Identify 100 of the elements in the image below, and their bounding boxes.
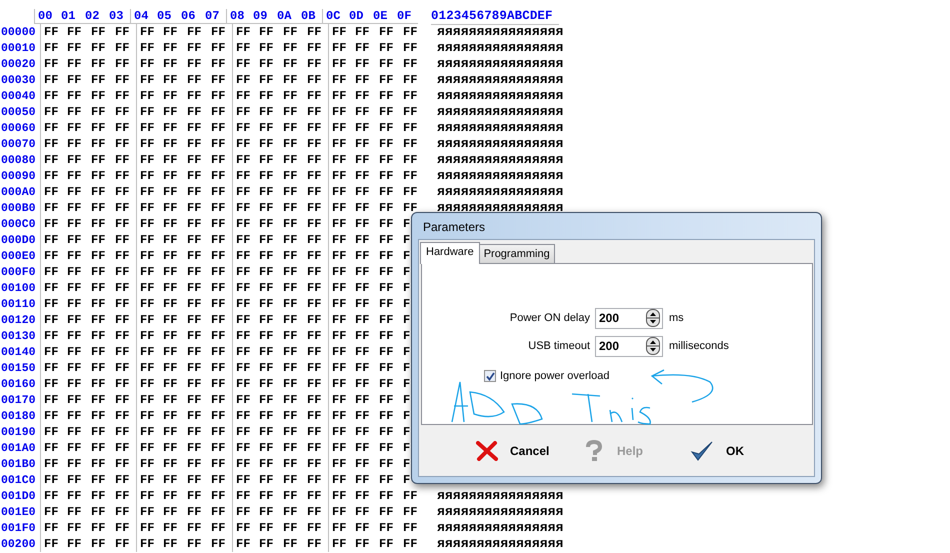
hex-byte: FF — [66, 520, 82, 536]
hex-byte: FF — [186, 472, 202, 488]
hex-byte: FF — [210, 184, 226, 200]
ok-button[interactable]: OK — [690, 440, 797, 462]
row-offset: 00200 — [0, 538, 37, 550]
hex-byte: FF — [210, 328, 226, 344]
hex-byte: FF — [354, 136, 370, 152]
hex-byte: FF — [162, 216, 178, 232]
hex-byte: FF — [210, 472, 226, 488]
hex-byte: FF — [378, 504, 394, 520]
hex-byte: FF — [328, 152, 352, 168]
ascii-text: яяяяяяяяяяяяяяяя — [437, 88, 564, 104]
hex-byte: FF — [90, 312, 106, 328]
hex-byte: FF — [378, 408, 394, 424]
hex-byte: FF — [66, 472, 82, 488]
row-offset: 00160 — [0, 378, 37, 390]
hex-byte: FF — [306, 344, 322, 360]
hex-byte: FF — [40, 536, 64, 552]
hex-byte: FF — [210, 216, 226, 232]
hex-byte: FF — [40, 424, 64, 440]
hex-byte: FF — [114, 376, 130, 392]
tab[interactable]: Programming — [478, 244, 555, 263]
hex-byte: FF — [136, 536, 160, 552]
hex-byte: FF — [40, 456, 64, 472]
hex-byte: F — [402, 264, 412, 280]
hex-byte: FF — [282, 232, 298, 248]
hex-byte: FF — [136, 216, 160, 232]
hex-byte: FF — [306, 24, 322, 40]
hex-byte: FF — [162, 312, 178, 328]
hex-byte: FF — [162, 488, 178, 504]
hex-byte: FF — [136, 184, 160, 200]
hex-byte: FF — [66, 280, 82, 296]
hex-byte: FF — [232, 216, 256, 232]
hex-byte: FF — [378, 40, 394, 56]
hex-byte: FF — [186, 328, 202, 344]
hex-byte: FF — [306, 248, 322, 264]
hex-byte: FF — [186, 24, 202, 40]
cancel-button[interactable]: Cancel — [476, 440, 583, 460]
hex-byte: FF — [162, 344, 178, 360]
hex-byte: FF — [66, 232, 82, 248]
hex-byte: FF — [378, 264, 394, 280]
hex-byte: FF — [40, 472, 64, 488]
hex-byte: FF — [114, 424, 130, 440]
hex-byte: FF — [66, 456, 82, 472]
hex-byte: FF — [40, 168, 64, 184]
hex-byte: FF — [354, 296, 370, 312]
hex-byte: FF — [136, 264, 160, 280]
hex-byte: FF — [90, 440, 106, 456]
hex-byte: FF — [258, 296, 274, 312]
hex-byte: FF — [328, 88, 352, 104]
hex-byte: FF — [402, 88, 418, 104]
hex-byte: FF — [114, 56, 130, 72]
hex-byte: FF — [282, 88, 298, 104]
hex-byte: FF — [306, 40, 322, 56]
hex-byte: FF — [90, 392, 106, 408]
hex-byte: FF — [402, 168, 418, 184]
row-offset: 00180 — [0, 410, 37, 422]
hex-byte: FF — [114, 72, 130, 88]
hex-byte: F — [402, 216, 412, 232]
hex-byte: FF — [328, 216, 352, 232]
row-offset: 000C0 — [0, 218, 37, 230]
row-offset: 001D0 — [0, 490, 37, 502]
spin-field[interactable]: 200 — [595, 336, 663, 356]
hex-byte: FF — [162, 472, 178, 488]
hex-byte: FF — [258, 40, 274, 56]
ascii-text: яяяяяяяяяяяяяяяя — [437, 168, 564, 184]
hex-byte: FF — [232, 392, 256, 408]
hex-byte: FF — [378, 216, 394, 232]
spinner-arrows-icon[interactable] — [646, 309, 660, 327]
hex-byte: FF — [210, 56, 226, 72]
hex-byte: FF — [354, 72, 370, 88]
hex-byte: FF — [90, 408, 106, 424]
column-header: 02 — [82, 9, 106, 24]
hex-byte: FF — [306, 440, 322, 456]
hex-byte: FF — [282, 280, 298, 296]
hex-byte: FF — [136, 312, 160, 328]
hex-byte: FF — [282, 520, 298, 536]
hex-byte: FF — [378, 520, 394, 536]
hex-byte: FF — [282, 152, 298, 168]
hex-byte: FF — [306, 136, 322, 152]
spinner-arrows-icon[interactable] — [646, 337, 660, 355]
hex-byte: FF — [402, 72, 418, 88]
hex-byte: FF — [354, 344, 370, 360]
hex-byte: FF — [114, 312, 130, 328]
hex-byte: FF — [90, 248, 106, 264]
hex-byte: FF — [232, 472, 256, 488]
spin-field[interactable]: 200 — [595, 308, 663, 328]
hex-byte: FF — [136, 296, 160, 312]
tab[interactable]: Hardware — [420, 242, 480, 264]
checkbox[interactable] — [484, 370, 496, 382]
hex-byte: FF — [90, 232, 106, 248]
hex-byte: FF — [136, 232, 160, 248]
hex-byte: FF — [328, 200, 352, 216]
hex-byte: FF — [328, 40, 352, 56]
ascii-text: яяяяяяяяяяяяяяяя — [437, 24, 564, 40]
hex-byte: FF — [258, 280, 274, 296]
hex-byte: FF — [162, 136, 178, 152]
hex-byte: FF — [66, 360, 82, 376]
hex-byte: FF — [90, 520, 106, 536]
hex-byte: FF — [282, 328, 298, 344]
